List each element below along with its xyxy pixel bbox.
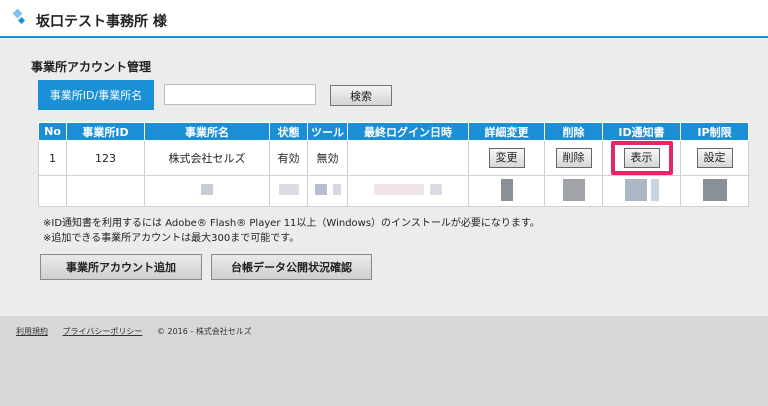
footer: 利用規約 プライバシーポリシー © 2016 - 株式会社セルズ bbox=[0, 316, 768, 406]
column-header-last-login: 最終ログイン日時 bbox=[347, 122, 469, 141]
delete-button[interactable]: 削除 bbox=[555, 148, 592, 168]
cell-delete: 削除 bbox=[544, 140, 603, 176]
ip-setting-button[interactable]: 設定 bbox=[696, 148, 733, 168]
ledger-status-button[interactable]: 台帳データ公開状況確認 bbox=[211, 254, 372, 280]
copyright: © 2016 - 株式会社セルズ bbox=[156, 327, 252, 336]
redacted-block bbox=[201, 184, 213, 195]
page: 坂口テスト事務所 様 事業所アカウント管理 事業所ID/事業所名 検索 No 事… bbox=[0, 0, 768, 316]
detail-change-button[interactable]: 変更 bbox=[488, 148, 525, 168]
id-notice-show-button[interactable]: 表示 bbox=[623, 148, 660, 168]
add-account-button[interactable]: 事業所アカウント追加 bbox=[40, 254, 202, 280]
logo-icon bbox=[12, 8, 34, 26]
redacted-block bbox=[562, 178, 585, 201]
highlight-box: 表示 bbox=[610, 141, 673, 175]
terms-link[interactable]: 利用規約 bbox=[16, 327, 48, 336]
cell-no: 1 bbox=[38, 140, 67, 176]
column-header-id-notice: ID通知書 bbox=[602, 122, 681, 141]
redacted-block bbox=[624, 178, 647, 201]
company-name: 坂口テスト事務所 様 bbox=[36, 14, 167, 30]
note-account-limit: ※追加できる事業所アカウントは最大300まで可能です。 bbox=[43, 233, 300, 244]
table-header-row: No 事業所ID 事業所名 状態 ツール 最終ログイン日時 詳細変更 削除 ID… bbox=[38, 122, 749, 141]
column-header-office-name: 事業所名 bbox=[144, 122, 270, 141]
privacy-link[interactable]: プライバシーポリシー bbox=[63, 327, 143, 336]
cell-detail: 変更 bbox=[468, 140, 545, 176]
notes: ※ID通知書を利用するには Adobe® Flash® Player 11以上（… bbox=[43, 216, 540, 246]
cell-id-notice: 表示 bbox=[602, 140, 681, 176]
cell-status: 有効 bbox=[269, 140, 308, 176]
redacted-block bbox=[278, 184, 299, 195]
header: 坂口テスト事務所 様 bbox=[0, 0, 768, 38]
column-header-status: 状態 bbox=[269, 122, 308, 141]
cell-tool: 無効 bbox=[307, 140, 348, 176]
search-input[interactable] bbox=[164, 84, 316, 105]
column-header-ip-limit: IP制限 bbox=[680, 122, 749, 141]
column-header-delete: 削除 bbox=[544, 122, 603, 141]
redacted-block bbox=[500, 178, 513, 201]
column-header-office-id: 事業所ID bbox=[66, 122, 145, 141]
table-row-redacted bbox=[38, 175, 749, 207]
redacted-block bbox=[314, 184, 327, 195]
search-button[interactable]: 検索 bbox=[330, 85, 392, 106]
redacted-block bbox=[374, 184, 424, 195]
cell-office-name: 株式会社セルズ bbox=[144, 140, 270, 176]
note-flash-requirement: ※ID通知書を利用するには Adobe® Flash® Player 11以上（… bbox=[43, 218, 540, 229]
search-label: 事業所ID/事業所名 bbox=[38, 80, 154, 110]
cell-last-login bbox=[347, 140, 469, 176]
page-title: 事業所アカウント管理 bbox=[31, 60, 152, 74]
column-header-detail: 詳細変更 bbox=[468, 122, 545, 141]
cell-ip-limit: 設定 bbox=[680, 140, 749, 176]
redacted-block bbox=[702, 178, 727, 201]
column-header-tool: ツール bbox=[307, 122, 348, 141]
column-header-no: No bbox=[38, 122, 67, 141]
footer-links: 利用規約 プライバシーポリシー © 2016 - 株式会社セルズ bbox=[16, 326, 252, 337]
office-account-table: No 事業所ID 事業所名 状態 ツール 最終ログイン日時 詳細変更 削除 ID… bbox=[38, 122, 749, 207]
cell-office-id: 123 bbox=[66, 140, 145, 176]
table-row: 1 123 株式会社セルズ 有効 無効 変更 削除 表示 設定 bbox=[38, 140, 749, 176]
